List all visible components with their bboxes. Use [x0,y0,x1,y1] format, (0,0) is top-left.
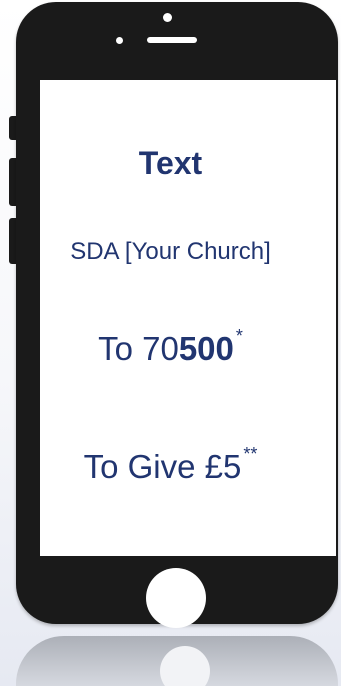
sensor-dot [116,37,123,44]
keyword-text: SDA [Your Church] [70,238,271,265]
home-button-icon [146,568,206,628]
give-amount-line: To Give £5 ** [0,444,341,486]
front-camera-icon [163,13,172,22]
shortcode-prefix: To 70 [98,330,179,367]
scene: Text SDA [Your Church] To 70500 * To Give… [0,0,341,686]
instruction-title: Text [138,145,203,181]
earpiece-speaker [147,37,197,43]
shortcode-footnote-mark: * [235,326,243,346]
give-footnote-mark: ** [243,444,258,464]
give-amount-text: To Give £5 [83,448,242,485]
shortcode-line: To 70500 * [0,326,341,368]
shortcode-bold: 500 [178,330,234,367]
